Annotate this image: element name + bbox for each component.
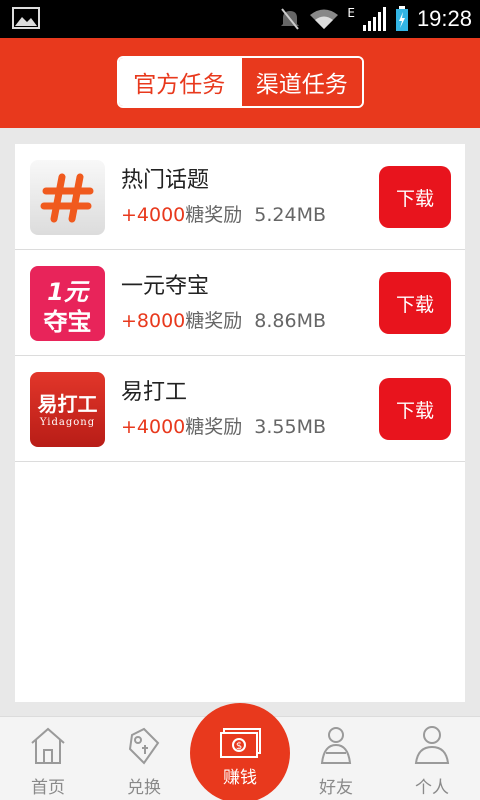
tab-channel-tasks[interactable]: 渠道任务 <box>239 58 362 106</box>
reward-amount: +8000 <box>121 310 186 332</box>
nav-home[interactable]: 首页 <box>0 717 96 800</box>
battery-icon <box>395 6 408 31</box>
download-button[interactable]: 下载 <box>379 378 451 440</box>
reward-unit: 糖奖励 <box>185 416 243 438</box>
nav-label: 个人 <box>415 778 449 798</box>
reward-unit: 糖奖励 <box>185 310 243 332</box>
logo-text-line1: 易打工 <box>37 392 98 416</box>
app-meta: +8000糖奖励 8.86MB <box>121 306 326 333</box>
logo-text-line2: Yidagong <box>39 417 96 428</box>
app-meta: +4000糖奖励 3.55MB <box>121 412 326 439</box>
list-item[interactable]: 1元 夺宝 一元夺宝 +8000糖奖励 8.86MB 下载 <box>15 250 465 356</box>
friends-icon <box>320 727 352 764</box>
yidagong-logo: 易打工 Yidagong <box>30 372 105 447</box>
nav-exchange[interactable]: 兑换 <box>96 717 192 800</box>
money-icon: $ <box>220 728 261 758</box>
signal-icon <box>362 7 386 31</box>
reward-amount: +4000 <box>121 416 186 438</box>
hashtag-icon <box>30 160 105 235</box>
reward-amount: +4000 <box>121 204 186 226</box>
nav-label: 赚钱 <box>223 768 257 788</box>
svg-text:$: $ <box>236 741 242 752</box>
wifi-icon <box>310 9 339 29</box>
header: 官方任务 渠道任务 <box>0 38 480 128</box>
download-button[interactable]: 下载 <box>379 272 451 334</box>
list-item[interactable]: 热门话题 +4000糖奖励 5.24MB 下载 <box>15 144 465 250</box>
nav-friends[interactable]: 好友 <box>288 717 384 800</box>
tab-official-tasks[interactable]: 官方任务 <box>119 58 240 106</box>
reward-unit: 糖奖励 <box>185 204 243 226</box>
logo-text-line2: 夺宝 <box>43 308 92 336</box>
status-bar: E 19:28 <box>0 0 480 38</box>
file-size: 8.86MB <box>254 310 327 332</box>
image-notification-icon <box>12 7 40 29</box>
nav-earn[interactable]: $ 赚钱 <box>190 703 290 800</box>
network-type: E <box>347 6 355 20</box>
home-icon <box>31 727 65 764</box>
person-icon <box>414 726 450 764</box>
nav-label: 首页 <box>31 778 65 798</box>
task-list: 热门话题 +4000糖奖励 5.24MB 下载 1元 夺宝 一元夺宝 +8000糖… <box>15 144 465 702</box>
app-meta: +4000糖奖励 5.24MB <box>121 200 326 227</box>
app-name: 一元夺宝 <box>121 274 210 299</box>
nav-profile[interactable]: 个人 <box>384 717 480 800</box>
nav-label: 兑换 <box>127 778 161 798</box>
nav-label: 好友 <box>319 778 353 798</box>
list-item[interactable]: 易打工 Yidagong 易打工 +4000糖奖励 3.55MB 下载 <box>15 356 465 462</box>
app-name: 热门话题 <box>121 168 210 193</box>
file-size: 3.55MB <box>254 416 327 438</box>
mute-icon <box>281 8 300 30</box>
clock: 19:28 <box>416 6 472 31</box>
tag-icon <box>128 727 160 765</box>
app-name: 易打工 <box>121 380 188 405</box>
file-size: 5.24MB <box>254 204 327 226</box>
download-button[interactable]: 下载 <box>379 166 451 228</box>
task-segmented-control: 官方任务 渠道任务 <box>117 56 364 108</box>
yiyuan-logo: 1元 夺宝 <box>30 266 105 341</box>
